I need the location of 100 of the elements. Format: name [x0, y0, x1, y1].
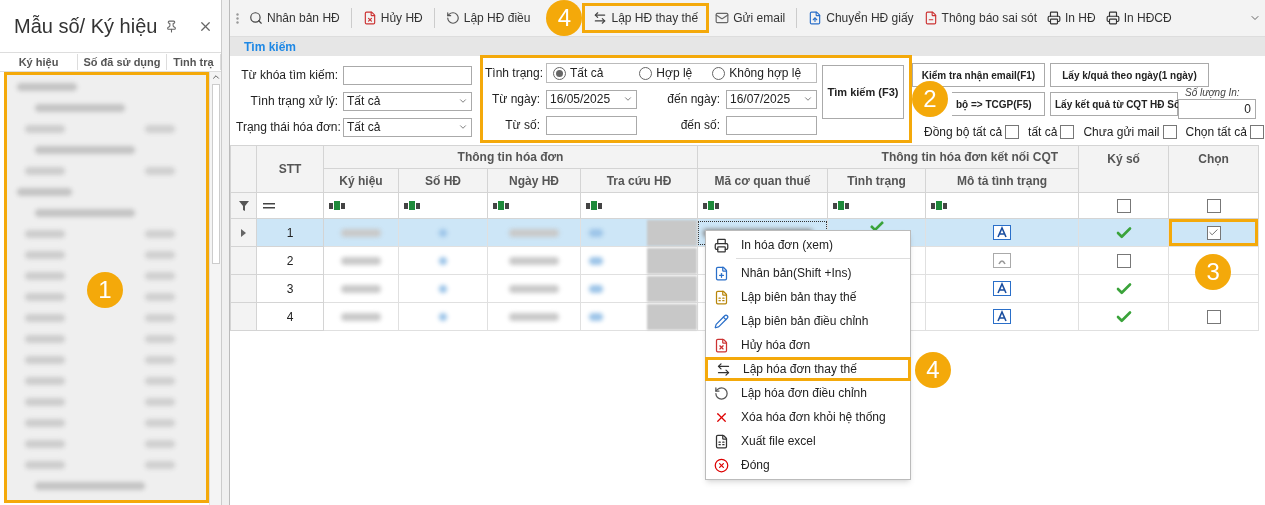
checkbox[interactable]	[1005, 125, 1020, 139]
action-button[interactable]: Lấy k/quả theo ngày(1 ngày)	[1050, 63, 1209, 87]
redacted-text	[145, 356, 175, 364]
menu-item[interactable]: Lập biên bản điều chỉnh	[706, 309, 910, 333]
table-cell: 4	[256, 302, 324, 331]
menu-item[interactable]: Đóng	[706, 453, 910, 477]
redacted-text	[439, 312, 447, 321]
menu-item[interactable]: Xuất file excel	[706, 429, 910, 453]
printer-icon	[1047, 11, 1061, 25]
redacted-text	[145, 230, 175, 238]
redacted-text	[589, 284, 603, 293]
field-label: Trạng thái hóa đơn:	[236, 119, 338, 136]
scrollbar[interactable]	[209, 72, 221, 505]
redacted-text	[17, 83, 77, 91]
toolbar-button[interactable]: In HĐCĐ	[1101, 5, 1176, 31]
row-pointer-icon	[241, 228, 246, 237]
toolbar-button[interactable]: In HĐ	[1043, 5, 1100, 31]
redacted-text	[25, 230, 65, 238]
column-header: Số HĐ	[398, 168, 488, 193]
redacted-text	[25, 167, 65, 175]
redacted-text	[341, 312, 381, 321]
text-filter-icon	[493, 201, 509, 210]
checkbox[interactable]	[1162, 125, 1177, 139]
checkbox-label: Đồng bộ tất cả	[924, 124, 1003, 141]
column-header: STT	[256, 145, 324, 193]
checkbox[interactable]	[1249, 125, 1264, 139]
menu-item[interactable]: In hóa đơn (xem)	[706, 233, 910, 257]
redacted-text	[589, 312, 603, 321]
equals-icon[interactable]	[263, 202, 275, 209]
redacted-text	[145, 272, 175, 280]
redacted-text	[25, 272, 65, 280]
menu-item[interactable]: Lập biên bản thay thế	[706, 285, 910, 309]
search-button[interactable]: Tìm kiếm (F3)	[822, 65, 904, 119]
toolbar-button[interactable]: Hủy HĐ	[358, 5, 427, 31]
caret-icon	[458, 96, 468, 106]
document-minus-icon	[923, 11, 938, 25]
toolbar-button[interactable]: Thông báo sai sót	[919, 5, 1041, 31]
toolbar-button[interactable]: Lập HĐ thay thế	[582, 3, 710, 33]
redacted-text	[509, 284, 559, 293]
caret-icon	[803, 94, 813, 104]
scroll-up-icon[interactable]	[210, 72, 221, 82]
checkbox[interactable]	[1206, 225, 1221, 240]
action-button[interactable]: Kiểm tra nhận email(F1)	[912, 63, 1045, 87]
step-badge: 4	[915, 352, 951, 388]
rotate-icon	[445, 11, 460, 25]
redacted-text	[145, 440, 175, 448]
dropdown[interactable]: Tất cả	[343, 91, 472, 111]
checkbox[interactable]	[1206, 309, 1221, 324]
menu-item[interactable]: Xóa hóa đơn khỏi hệ thống	[706, 405, 910, 429]
redacted-text	[439, 284, 447, 293]
pin-icon[interactable]	[165, 19, 178, 33]
redacted-text	[589, 256, 603, 265]
dropdown[interactable]: Tất cả	[343, 117, 472, 137]
column-header: Tình trạng	[827, 168, 926, 193]
radio-option[interactable]: Không hợp lệ	[712, 64, 802, 82]
redacted-text	[25, 293, 65, 301]
printer-icon	[714, 237, 729, 253]
checkbox[interactable]	[1116, 253, 1131, 268]
date-field[interactable]: 16/07/2025	[726, 89, 817, 109]
redacted-text	[25, 251, 65, 259]
checkbox[interactable]	[1060, 125, 1075, 139]
radio-option[interactable]: Hợp lệ	[639, 64, 693, 82]
redacted-text	[145, 419, 175, 427]
search-icon	[249, 11, 263, 25]
date-field[interactable]: 16/05/2025	[546, 89, 637, 109]
field-label: đến ngày:	[666, 91, 720, 108]
redacted-text	[145, 167, 175, 175]
redacted-text	[17, 188, 72, 196]
radio-option[interactable]: Tất cả	[553, 64, 604, 82]
step-badge: 4	[546, 0, 583, 36]
action-button[interactable]: bộ => TCGP(F5)	[952, 92, 1045, 116]
checkbox[interactable]	[1116, 198, 1131, 213]
column-header: Mã cơ quan thuế	[697, 168, 828, 193]
checkbox[interactable]	[1206, 198, 1221, 213]
input-field[interactable]	[726, 115, 817, 135]
redacted-text	[25, 314, 65, 322]
table-cell: 3	[256, 274, 324, 303]
mail-icon	[715, 11, 730, 25]
redacted-text	[341, 284, 381, 293]
grip-icon[interactable]	[236, 12, 239, 24]
toolbar-button[interactable]: Lập HĐ điều	[441, 5, 535, 31]
document-plus-icon	[714, 265, 729, 281]
redacted-text	[25, 461, 65, 469]
redacted-text	[589, 228, 603, 237]
swap-arrows-icon	[593, 11, 608, 25]
text-filter-icon	[586, 201, 602, 210]
table-cell: 1	[256, 218, 324, 247]
field-label: đến số:	[679, 117, 720, 134]
toolbar-button[interactable]: Nhân bản HĐ	[245, 5, 344, 31]
quantity-field[interactable]: 0	[1178, 99, 1256, 119]
input-field[interactable]	[546, 115, 637, 135]
column-group-header: Thông tin hóa đơn	[323, 145, 698, 169]
toolbar-button[interactable]: Gửi email	[711, 5, 790, 31]
field-label: Từ số:	[504, 117, 540, 134]
checkbox-label: Chọn tất cả	[1185, 124, 1247, 141]
menu-item[interactable]: Nhân bản(Shift +Ins)	[706, 261, 910, 285]
input-field[interactable]	[343, 65, 472, 85]
toolbar-button[interactable]: Chuyển HĐ giấy	[804, 5, 918, 31]
column-header: Tra cứu HĐ	[580, 168, 698, 193]
filter-icon[interactable]	[238, 200, 249, 211]
